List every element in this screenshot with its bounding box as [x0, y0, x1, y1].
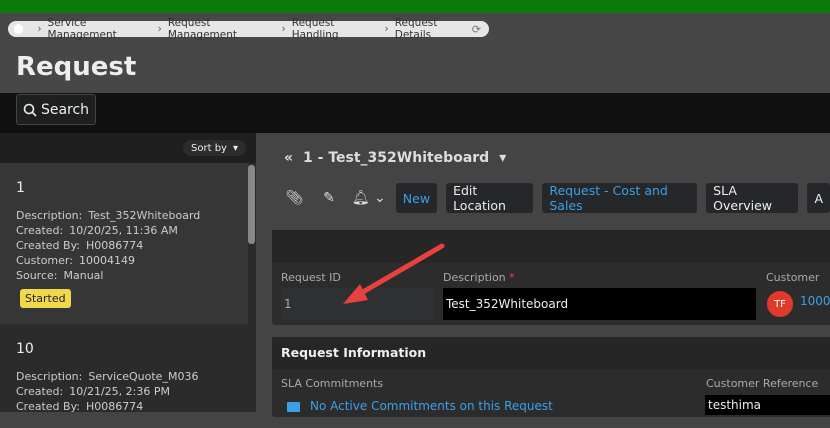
annotation-arrow — [343, 243, 445, 304]
